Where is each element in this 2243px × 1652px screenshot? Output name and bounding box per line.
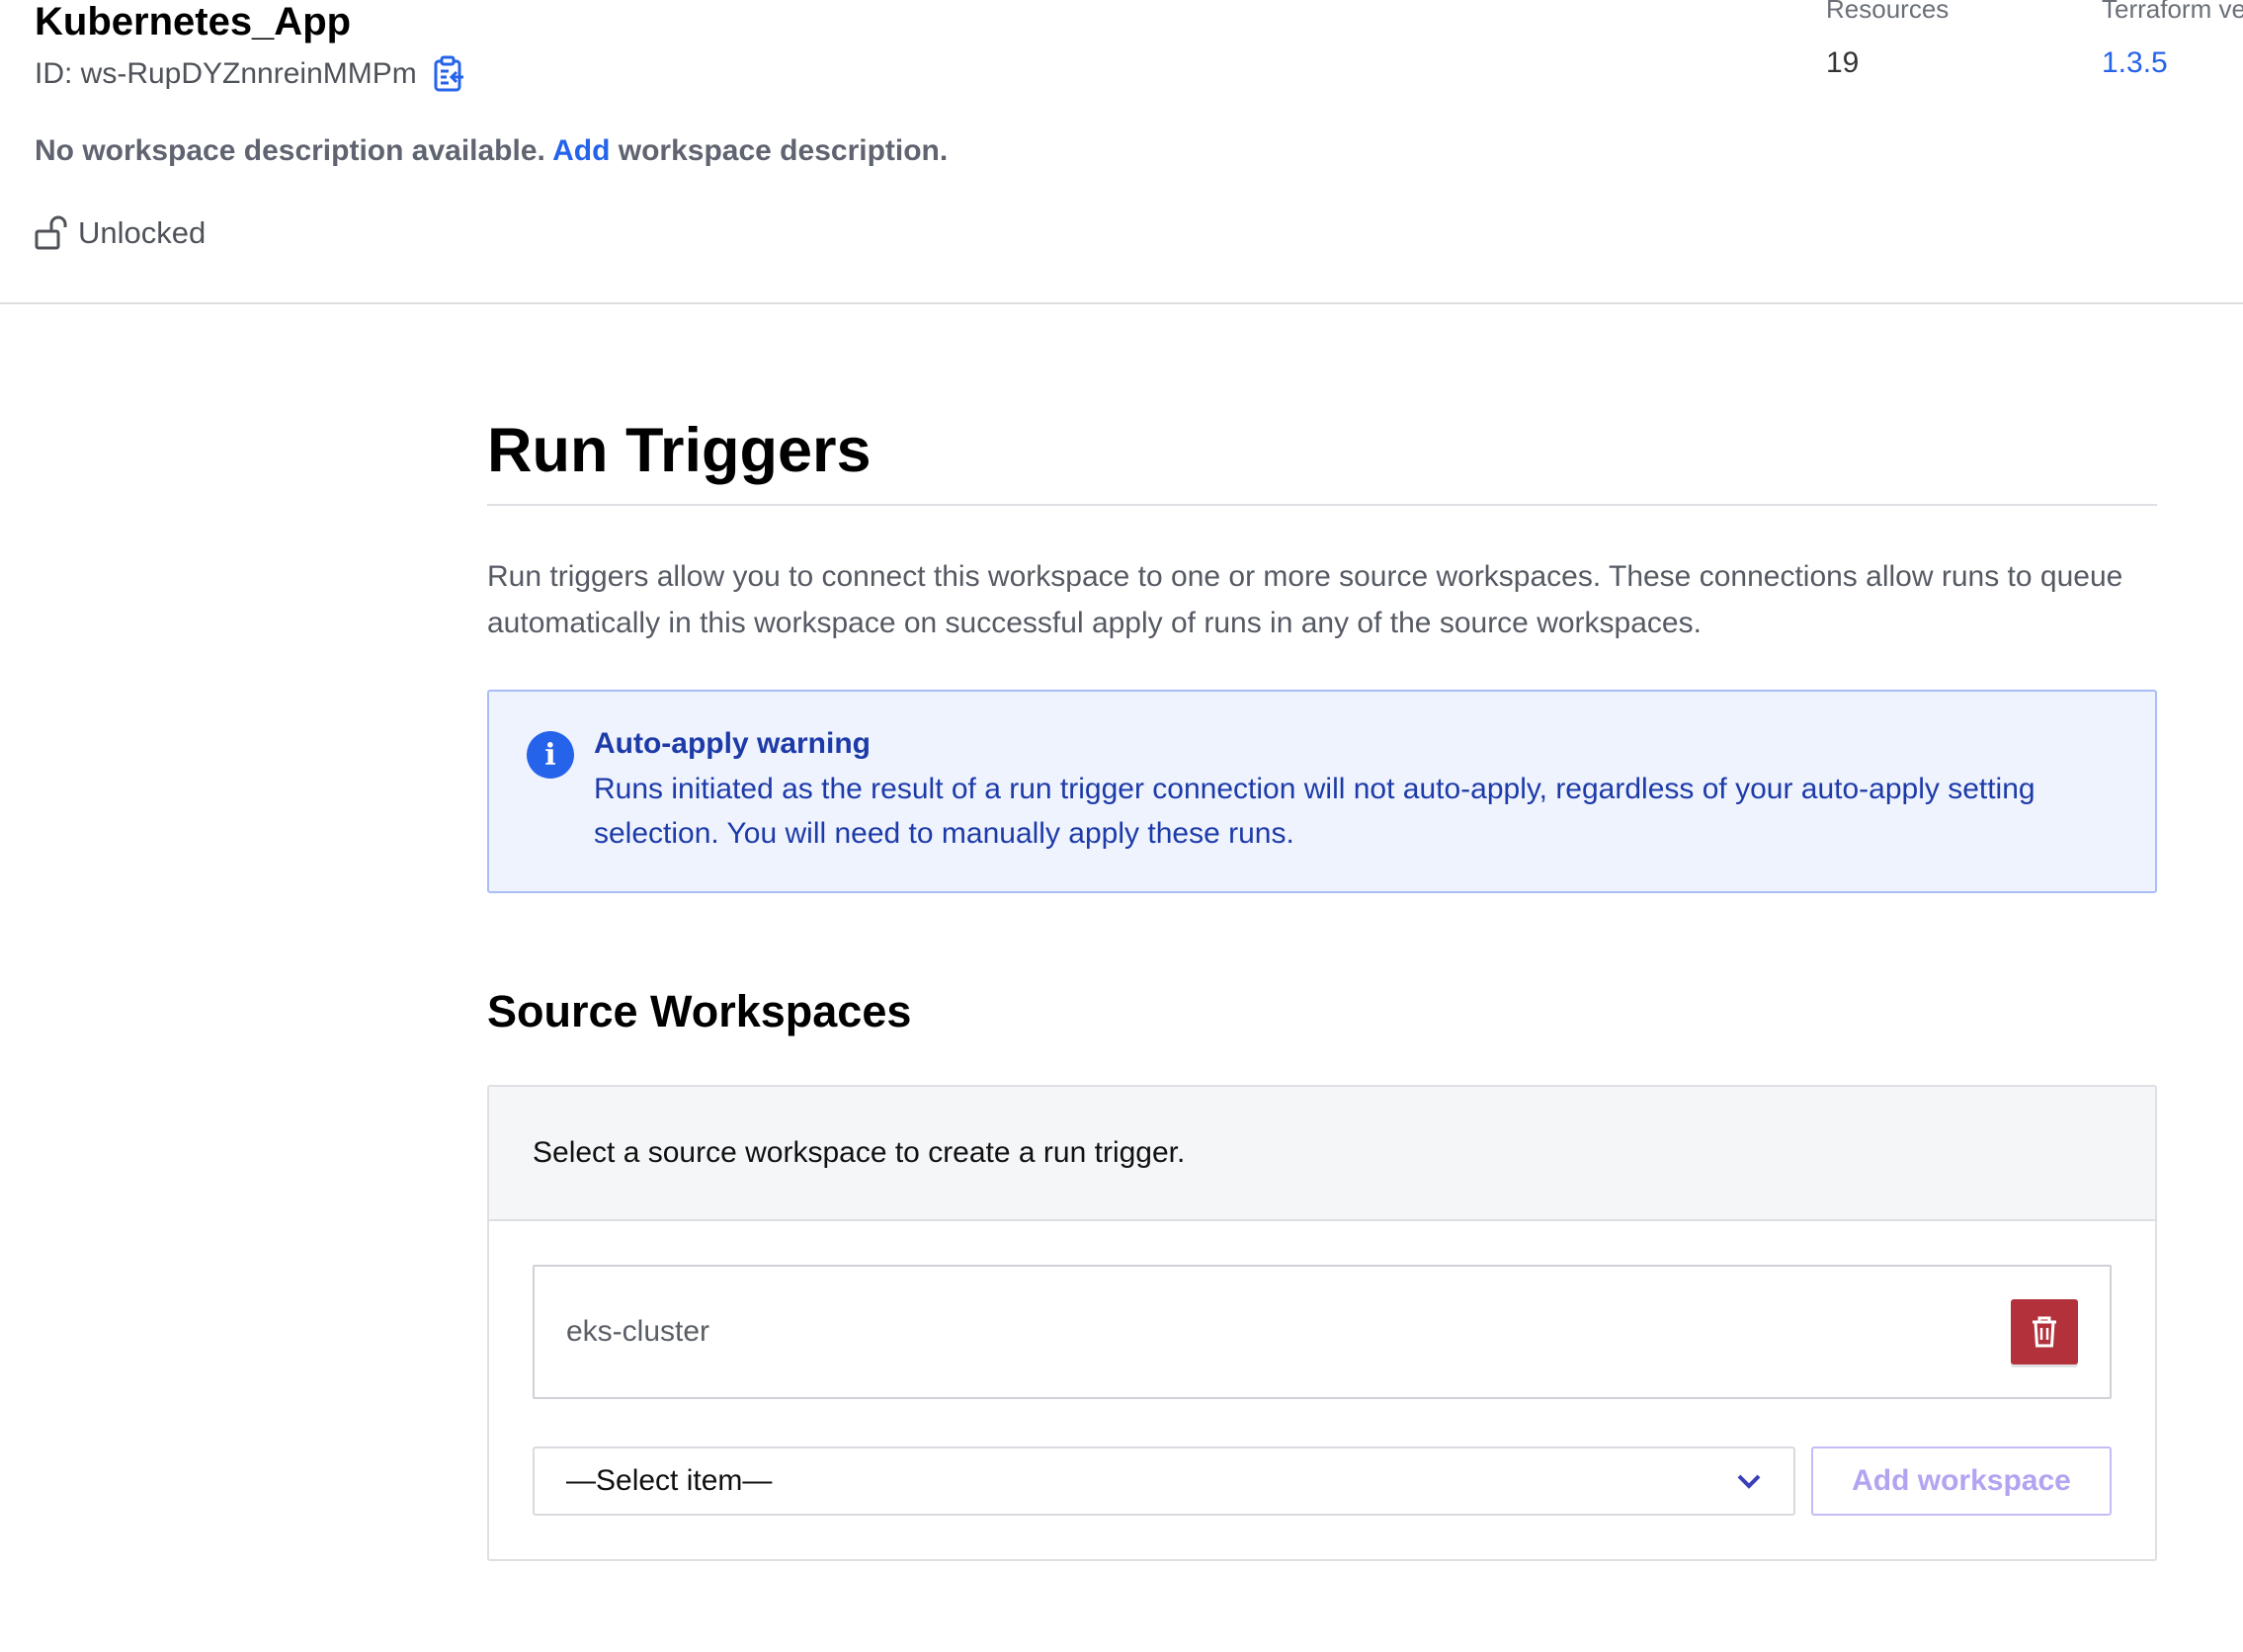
lock-status[interactable]: Unlocked — [35, 215, 206, 251]
source-workspace-name: eks-cluster — [566, 1315, 710, 1348]
panel-header: Select a source workspace to create a ru… — [489, 1087, 2155, 1221]
workspace-header: Kubernetes_App ID: ws-RupDYZnnreinMMPm N… — [0, 0, 2243, 304]
terraform-version-stat: Terraform ve 1.3.5 — [2102, 0, 2243, 80]
resources-value: 19 — [1826, 46, 1860, 79]
workspace-title: Kubernetes_App — [35, 0, 352, 43]
auto-apply-warning: i Auto-apply warning Runs initiated as t… — [487, 690, 2157, 893]
terraform-version-value[interactable]: 1.3.5 — [2102, 46, 2243, 80]
alert-body: Runs initiated as the result of a run tr… — [594, 773, 2035, 850]
description-suffix: workspace description. — [618, 134, 949, 167]
workspace-description: No workspace description available. Add … — [35, 134, 948, 168]
workspace-select-value: —Select item— — [566, 1464, 773, 1497]
add-description-link[interactable]: Add — [552, 134, 610, 167]
run-triggers-section: Run Triggers Run triggers allow you to c… — [487, 415, 2157, 1561]
resources-stat: Resources 19 — [1826, 0, 1949, 80]
copy-id-icon[interactable] — [433, 55, 466, 93]
unlock-icon — [35, 215, 67, 250]
description-prefix: No workspace description available. — [35, 134, 545, 167]
run-triggers-intro: Run triggers allow you to connect this w… — [487, 560, 2123, 639]
source-workspaces-title: Source Workspaces — [487, 986, 912, 1036]
workspace-select[interactable]: —Select item— — [533, 1446, 1795, 1516]
chevron-down-icon — [1737, 1474, 1761, 1489]
source-workspaces-panel: Select a source workspace to create a ru… — [487, 1085, 2157, 1561]
alert-title: Auto-apply warning — [594, 727, 871, 760]
trash-icon — [2033, 1316, 2056, 1348]
source-workspace-item: eks-cluster — [533, 1265, 2112, 1399]
delete-workspace-button[interactable] — [2011, 1299, 2078, 1364]
lock-status-label: Unlocked — [78, 215, 207, 250]
workspace-id-row: ID: ws-RupDYZnnreinMMPm — [35, 55, 466, 93]
panel-body: eks-cluster —Select item— Add workspace — [489, 1221, 2155, 1559]
page-title: Run Triggers — [487, 415, 2157, 506]
info-icon: i — [527, 731, 574, 779]
workspace-id: ID: ws-RupDYZnnreinMMPm — [35, 57, 417, 90]
add-workspace-button[interactable]: Add workspace — [1811, 1446, 2112, 1516]
add-workspace-row: —Select item— Add workspace — [533, 1446, 2112, 1516]
terraform-version-label: Terraform ve — [2102, 0, 2243, 24]
resources-label: Resources — [1826, 0, 1950, 24]
